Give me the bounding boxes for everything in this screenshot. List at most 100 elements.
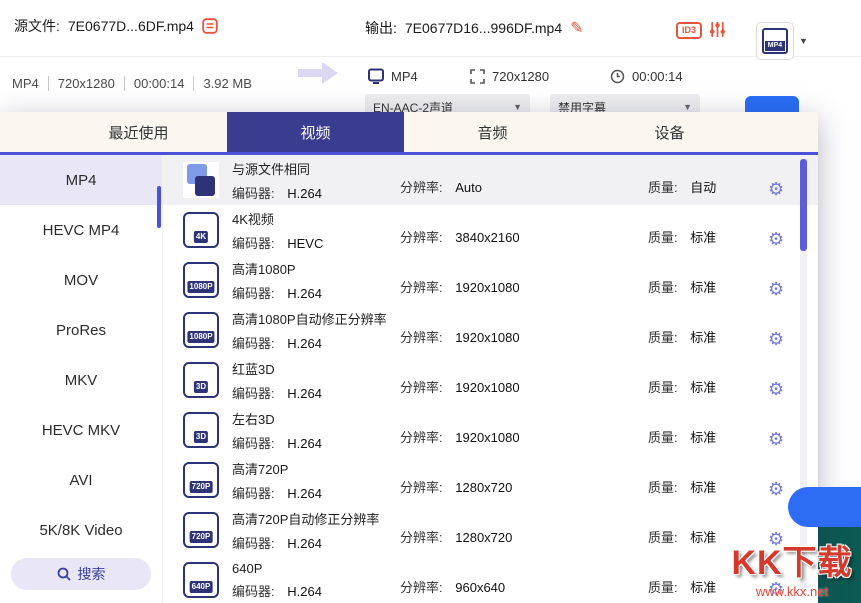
source-duration: 00:00:14 [124,76,194,91]
preset-resolution: 分辨率: 1920x1080 [400,277,648,296]
format-icon-label: 720P [190,531,213,543]
preset-row[interactable]: 4K 4K视频 编码器: HEVC 分辨率: 3840x2160 质量: 标准 [163,205,818,255]
source-file-label: 源文件: [14,16,60,36]
quality-label: 质量: [648,480,678,495]
quality-value: 标准 [690,530,716,545]
sidebar-item[interactable]: HEVC MKV [0,405,162,455]
quality-label: 质量: [648,580,678,595]
preset-text: 高清1080P 编码器: H.264 [232,259,400,302]
preset-encoder: 编码器: H.264 [232,581,400,600]
list-scrollbar-track[interactable] [800,157,807,595]
quality-value: 标准 [690,430,716,445]
output-media-info: MP4 720x1280 00:00:14 [368,68,683,84]
search-button[interactable]: 搜索 [11,558,151,590]
preset-encoder: 编码器: H.264 [232,433,400,452]
settings-gear-icon[interactable] [768,329,790,350]
preset-row[interactable]: 640P 640P 编码器: H.264 分辨率: 960x640 质量: 标准 [163,555,818,603]
sidebar-item[interactable]: MKV [0,355,162,405]
preset-resolution: 分辨率: 1280x720 [400,477,648,496]
resolution-label: 分辨率: [400,330,443,345]
quality-value: 标准 [690,380,716,395]
list-scrollbar-thumb[interactable] [800,159,807,251]
preset-quality: 质量: 标准 [648,577,768,596]
encoder-value: H.264 [287,286,322,301]
preset-quality: 质量: 标准 [648,477,768,496]
settings-gear-icon[interactable] [768,179,790,200]
format-icon: 1080P [183,262,219,298]
sidebar-item[interactable]: MP4 [0,155,162,205]
preset-quality: 质量: 标准 [648,377,768,396]
sidebar-scrollbar[interactable] [157,186,161,228]
sidebar-list: MP4 HEVC MP4 MOV ProRes MKV HEVC MKV AVI… [0,155,162,555]
sliders-settings-icon[interactable] [708,20,727,39]
format-panel: 最近使用 视频 音频 设备 MP4 HEVC MP4 MOV ProRes MK… [0,112,818,603]
sidebar-item-label: MKV [65,372,98,389]
settings-gear-icon[interactable] [768,279,790,300]
preset-title: 高清720P [232,459,400,478]
settings-gear-icon[interactable] [768,579,790,600]
encoder-value: H.264 [287,536,322,551]
format-icon: 3D [183,362,219,398]
sidebar-item[interactable]: MOV [0,255,162,305]
arrow-right-icon [296,60,340,86]
preset-row[interactable]: 720P 高清720P自动修正分辨率 编码器: H.264 分辨率: 1280x… [163,505,818,555]
media-info-icon[interactable] [202,18,218,34]
preset-quality: 质量: 自动 [648,177,768,196]
resolution-icon [470,69,485,84]
tab[interactable]: 设备 [581,112,758,152]
settings-gear-icon[interactable] [768,479,790,500]
quality-value: 标准 [690,580,716,595]
preset-text: 左右3D 编码器: H.264 [232,409,400,452]
preset-title: 左右3D [232,409,400,428]
format-icon: 4K [183,212,219,248]
settings-gear-icon[interactable] [768,429,790,450]
sidebar-item[interactable]: 5K/8K Video [0,505,162,555]
resolution-value: 3840x2160 [455,230,519,245]
edit-filename-icon[interactable]: ✎ [570,18,583,38]
tab[interactable]: 视频 [227,112,404,152]
format-icon: 640P [183,562,219,598]
source-format: MP4 [12,76,48,91]
preset-row[interactable]: 3D 左右3D 编码器: H.264 分辨率: 1920x1080 质量: 标准 [163,405,818,455]
settings-gear-icon[interactable] [768,529,790,550]
sidebar-item[interactable]: ProRes [0,305,162,355]
tab[interactable]: 音频 [404,112,581,152]
encoder-label: 编码器: [232,336,275,351]
encoder-label: 编码器: [232,186,275,201]
resolution-label: 分辨率: [400,580,443,595]
preset-row[interactable]: 3D 红蓝3D 编码器: H.264 分辨率: 1920x1080 质量: 标准 [163,355,818,405]
encoder-value: H.264 [287,436,322,451]
id3-tag-icon[interactable]: ID3 [676,22,702,39]
preset-row[interactable]: 720P 高清720P 编码器: H.264 分辨率: 1280x720 质量:… [163,455,818,505]
convert-button[interactable] [788,487,861,527]
encoder-value: H.264 [287,186,322,201]
preset-encoder: 编码器: HEVC [232,233,400,252]
format-icon-label: 1080P [187,331,214,343]
preset-row[interactable]: 与源文件相同 编码器: H.264 分辨率: Auto 质量: 自动 [163,155,818,205]
sidebar-item[interactable]: AVI [0,455,162,505]
quality-label: 质量: [648,230,678,245]
sidebar-item-label: 5K/8K Video [39,522,122,539]
settings-gear-icon[interactable] [768,379,790,400]
format-icon-label: 4K [194,231,208,243]
sidebar-item[interactable]: HEVC MP4 [0,205,162,255]
resolution-value: 1920x1080 [455,330,519,345]
source-filesize: 3.92 MB [193,76,260,91]
format-icon-label: 720P [190,481,213,493]
encoder-value: H.264 [287,584,322,599]
sidebar-item-label: MP4 [66,172,97,189]
preset-resolution: 分辨率: Auto [400,177,648,196]
format-chooser-box: MP4 [756,22,794,60]
tab-label: 视频 [300,122,330,143]
tab[interactable]: 最近使用 [50,112,227,152]
output-format-chooser[interactable]: MP4 ▼ [756,22,808,60]
preset-row[interactable]: 1080P 高清1080P自动修正分辨率 编码器: H.264 分辨率: 192… [163,305,818,355]
resolution-value: 1920x1080 [455,280,519,295]
sidebar-item-label: HEVC MKV [42,422,120,439]
preset-row[interactable]: 1080P 高清1080P 编码器: H.264 分辨率: 1920x1080 … [163,255,818,305]
source-media-info: MP4 720x1280 00:00:14 3.92 MB [12,76,261,91]
chevron-down-icon: ▼ [799,36,808,46]
settings-gear-icon[interactable] [768,229,790,250]
preset-quality: 质量: 标准 [648,327,768,346]
mp4-format-icon: MP4 [762,28,788,54]
